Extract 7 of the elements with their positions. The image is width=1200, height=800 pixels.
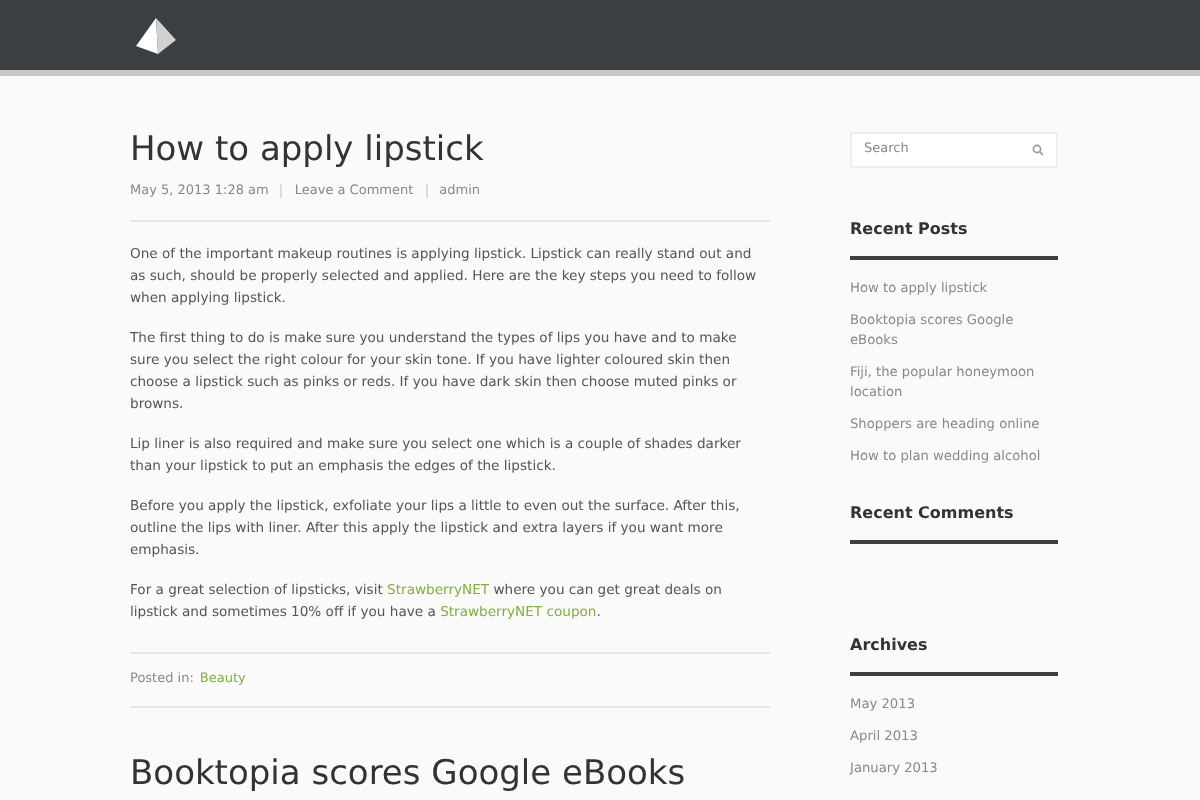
pyramid-logo-icon[interactable] [136, 17, 176, 53]
search-icon[interactable] [1032, 144, 1044, 156]
widget-title: Recent Posts [850, 218, 1058, 260]
post-title[interactable]: Booktopia scores Google eBooks [130, 751, 770, 795]
widget-title: Archives [850, 634, 1058, 676]
post-title[interactable]: How to apply lipstick [130, 128, 770, 172]
widget-title: Recent Comments [850, 502, 1058, 544]
